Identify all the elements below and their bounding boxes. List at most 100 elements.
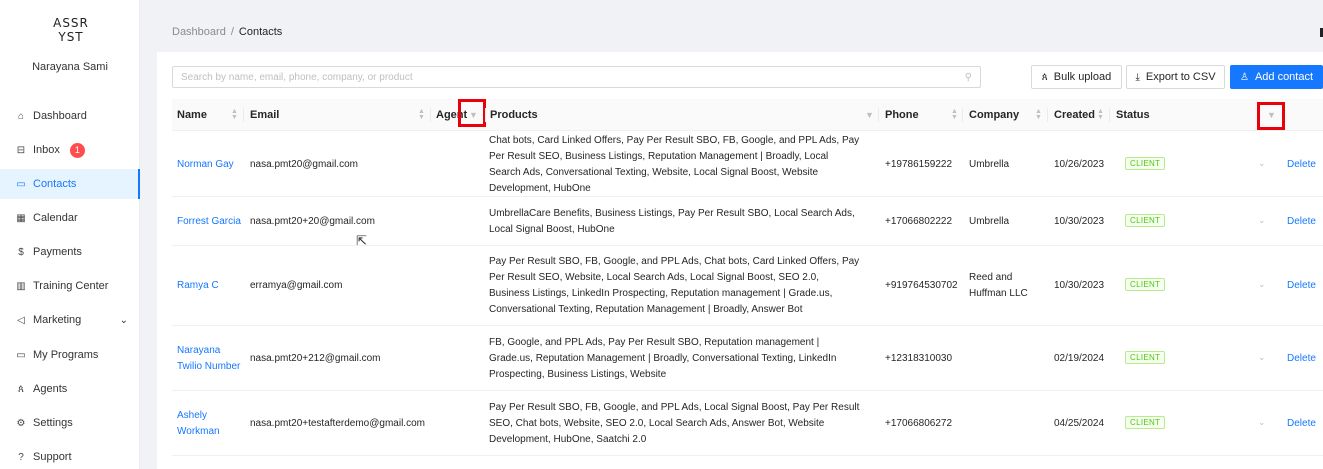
column-header-created[interactable]: Created xyxy=(1054,99,1095,131)
contact-name-link[interactable]: Narayana Twilio Number xyxy=(177,343,245,375)
dollar-icon: $ xyxy=(18,246,24,258)
column-header-products[interactable]: Products xyxy=(490,99,538,131)
bulk-upload-button[interactable]: ጰ Bulk upload xyxy=(1031,65,1122,89)
delete-link[interactable]: Delete xyxy=(1287,157,1323,173)
delete-link[interactable]: Delete xyxy=(1287,278,1323,294)
agent-filter-icon[interactable]: ▼ xyxy=(469,110,478,120)
sidebar-item-label: Contacts xyxy=(33,178,77,190)
contact-created-date: 02/19/2024 xyxy=(1054,352,1105,364)
user-add-icon: ♙ xyxy=(1239,71,1249,83)
sort-email-icon[interactable]: ▲ ▼ xyxy=(416,99,428,131)
bulk-upload-label: Bulk upload xyxy=(1053,71,1112,83)
column-header-name[interactable]: Name xyxy=(177,99,207,131)
chevron-down-icon[interactable]: ⌄ xyxy=(120,315,128,326)
sidebar-item-payments[interactable]: $ Payments xyxy=(0,237,140,267)
search-icon[interactable]: ⚲ xyxy=(965,72,972,83)
sidebar-item-label: Calendar xyxy=(33,212,78,224)
contact-email: nasa.pmt20@gmail.com xyxy=(250,158,358,170)
breadcrumb-dashboard[interactable]: Dashboard xyxy=(172,26,226,38)
sidebar-item-label: Inbox xyxy=(33,144,60,156)
add-contact-button[interactable]: ♙ Add contact xyxy=(1230,65,1323,89)
contact-name-link[interactable]: Ashely Workman xyxy=(177,408,245,440)
gear-icon: ⚙ xyxy=(16,417,26,429)
column-header-status[interactable]: Status xyxy=(1116,99,1150,131)
sidebar-item-marketing[interactable]: ◁ Marketing ⌄ xyxy=(0,305,140,335)
sidebar-item-contacts[interactable]: ▭ Contacts xyxy=(0,169,140,199)
expand-chevron-icon[interactable]: ⌄ xyxy=(1258,279,1266,290)
expand-chevron-icon[interactable]: ⌄ xyxy=(1258,352,1266,363)
contact-name-link[interactable]: Ramya C xyxy=(177,278,245,294)
table-row: Narayana Twilio Number nasa.pmt20+212@gma… xyxy=(172,326,1323,391)
table-row: Norman Gay nasa.pmt20@gmail.com Chat bots,… xyxy=(172,132,1323,197)
search-field[interactable]: ⚲ xyxy=(172,66,981,88)
sidebar-item-my-programs[interactable]: ▭ My Programs xyxy=(0,340,140,370)
contact-email: nasa.pmt20+212@gmail.com xyxy=(250,352,381,364)
inbox-unread-badge: 1 xyxy=(69,142,85,158)
sidebar: ASSR YST Narayana Sami ⌂ Dashboard ⊟ Inbox 1… xyxy=(0,0,140,469)
breadcrumb-current: Contacts xyxy=(238,26,283,38)
brand-logo[interactable]: ASSR YST xyxy=(51,16,91,44)
sidebar-item-calendar[interactable]: ▦ Calendar xyxy=(0,203,140,233)
contact-name-link[interactable]: Norman Gay xyxy=(177,157,245,173)
bulk-upload-icon: ጰ xyxy=(1041,71,1048,83)
calendar-icon: ▦ xyxy=(16,212,26,224)
contact-created-date: 10/30/2023 xyxy=(1054,215,1105,227)
column-header-phone[interactable]: Phone xyxy=(885,99,919,131)
inbox-icon: ⊟ xyxy=(16,144,26,156)
sort-name-icon[interactable]: ▲ ▼ xyxy=(229,99,241,131)
column-name-label: Name xyxy=(177,109,207,121)
contact-created-date: 10/26/2023 xyxy=(1054,158,1105,170)
products-filter-icon[interactable]: ▼ xyxy=(865,110,874,120)
column-header-company[interactable]: Company xyxy=(969,99,1019,131)
contact-phone: +919764530702 xyxy=(885,280,958,291)
delete-link[interactable]: Delete xyxy=(1287,351,1323,367)
sort-created-icon[interactable]: ▲ ▼ xyxy=(1095,99,1107,131)
sort-company-icon[interactable]: ▲ ▼ xyxy=(1033,99,1045,131)
contact-phone: +19786159222 xyxy=(885,158,953,170)
expand-chevron-icon[interactable]: ⌄ xyxy=(1258,417,1266,428)
search-input[interactable] xyxy=(181,71,965,83)
contact-products: Pay Per Result SBO, FB, Google, and PPL … xyxy=(489,401,860,445)
export-csv-button[interactable]: ⤓ Export to CSV xyxy=(1126,65,1225,89)
agents-icon: ጰ xyxy=(18,383,24,395)
sidebar-item-support[interactable]: ? Support xyxy=(0,442,140,469)
book-icon: ▥ xyxy=(16,280,26,292)
delete-link[interactable]: Delete xyxy=(1287,416,1323,432)
column-company-label: Company xyxy=(969,109,1020,121)
contact-company: Umbrella xyxy=(969,215,1010,227)
sort-phone-icon[interactable]: ▲ ▼ xyxy=(949,99,961,131)
breadcrumb: Dashboard / Contacts xyxy=(172,26,282,38)
status-badge: CLIENT xyxy=(1125,278,1166,291)
column-created-label: Created xyxy=(1054,109,1095,121)
column-divider xyxy=(878,108,879,122)
sidebar-item-agents[interactable]: ጰ Agents xyxy=(0,374,140,404)
sidebar-item-inbox[interactable]: ⊟ Inbox 1 xyxy=(0,135,140,165)
status-badge: CLIENT xyxy=(1125,350,1166,364)
expand-chevron-icon[interactable]: ⌄ xyxy=(1258,215,1266,226)
sidebar-item-dashboard[interactable]: ⌂ Dashboard xyxy=(0,101,140,131)
delete-link[interactable]: Delete xyxy=(1287,214,1323,230)
contact-created-date: 10/30/2023 xyxy=(1054,280,1105,291)
sidebar-item-settings[interactable]: ⚙ Settings xyxy=(0,408,140,438)
contact-products: FB, Google, and PPL Ads, Pay Per Result … xyxy=(489,336,837,380)
megaphone-icon: ◁ xyxy=(17,314,25,326)
sidebar-item-training-center[interactable]: ▥ Training Center xyxy=(0,271,140,301)
mouse-cursor-icon: ⇱ xyxy=(356,233,367,248)
column-divider xyxy=(1109,108,1110,122)
contact-company: Umbrella xyxy=(969,158,1010,170)
contact-phone: +17066802222 xyxy=(885,215,953,227)
contact-products: Chat bots, Card Linked Offers, Pay Per R… xyxy=(489,134,860,194)
add-contact-label: Add contact xyxy=(1254,71,1314,83)
user-name: Narayana Sami xyxy=(32,61,108,73)
column-header-email[interactable]: Email xyxy=(250,99,279,131)
expand-chevron-icon[interactable]: ⌄ xyxy=(1258,158,1266,169)
sidebar-item-label: Agents xyxy=(33,383,68,395)
contact-products: Pay Per Result SBO, FB, Google, and PPL … xyxy=(489,256,860,315)
status-filter-icon[interactable]: ▼ xyxy=(1267,110,1276,120)
column-divider xyxy=(962,108,963,122)
contact-products: UmbrellaCare Benefits, Business Listings… xyxy=(489,207,855,235)
contact-name-link[interactable]: Forrest Garcia xyxy=(177,214,245,230)
sidebar-item-label: Dashboard xyxy=(33,110,87,122)
status-badge: CLIENT xyxy=(1125,156,1166,170)
table-row: Ashely Workman nasa.pmt20+testafterdemo@g… xyxy=(172,391,1323,456)
